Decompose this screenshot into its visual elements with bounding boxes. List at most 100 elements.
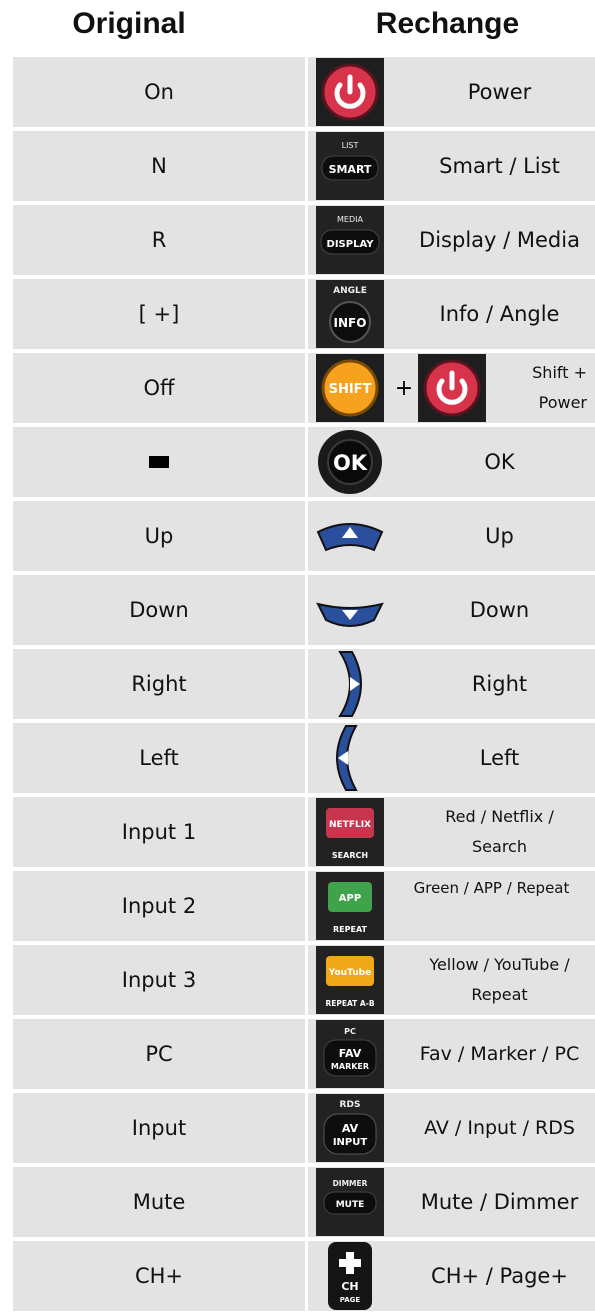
smart-list-button-icon: LIST SMART: [316, 132, 384, 200]
rechange-label: Info / Angle: [439, 302, 560, 326]
svg-text:APP: APP: [339, 893, 361, 904]
rechange-cell: Up: [308, 501, 595, 571]
rechange-label: Green / APP / Repeat: [388, 871, 595, 941]
app-button-icon: APP REPEAT: [316, 872, 384, 940]
svg-text:NETFLIX: NETFLIX: [329, 820, 371, 830]
svg-text:CH: CH: [341, 1280, 358, 1293]
header-rechange: Rechange: [375, 7, 520, 40]
svg-text:LIST: LIST: [342, 141, 359, 150]
up-arrow-button-icon: [316, 502, 384, 570]
rechange-cell: ANGLE INFO Info / Angle: [308, 279, 595, 349]
svg-text:AV: AV: [342, 1122, 359, 1135]
rechange-label: Smart / List: [439, 154, 560, 178]
rechange-cell: YouTube REPEAT A-B Yellow / YouTube / Re…: [308, 945, 595, 1015]
svg-text:SEARCH: SEARCH: [332, 851, 368, 860]
rechange-label: AV / Input / RDS: [424, 1117, 575, 1139]
original-cell: PC: [13, 1019, 305, 1089]
netflix-button-icon: NETFLIX SEARCH: [316, 798, 384, 866]
rechange-label-line: Power: [538, 393, 587, 412]
table-row: Off SHIFT + Shift + Power: [13, 353, 595, 427]
ch-plus-button-icon: CH PAGE: [316, 1242, 384, 1310]
rechange-cell: MEDIA DISPLAY Display / Media: [308, 205, 595, 275]
rechange-cell: Power: [308, 57, 595, 127]
original-cell: [13, 427, 305, 497]
table-row: Left Left: [13, 723, 595, 797]
av-input-button-icon: RDS AV INPUT: [316, 1094, 384, 1162]
svg-text:ANGLE: ANGLE: [333, 286, 367, 296]
rechange-cell: DIMMER MUTE Mute / Dimmer: [308, 1167, 595, 1237]
original-cell: Input 2: [13, 871, 305, 941]
original-cell: Down: [13, 575, 305, 645]
youtube-button-icon: YouTube REPEAT A-B: [316, 946, 384, 1014]
table-row: Input 1 NETFLIX SEARCH Red / Netflix / S…: [13, 797, 595, 871]
rechange-label: Fav / Marker / PC: [419, 1043, 580, 1065]
rechange-label: Red / Netflix / Search: [404, 797, 595, 867]
rechange-cell: Left: [308, 723, 595, 793]
rechange-cell: PC FAV MARKER Fav / Marker / PC: [308, 1019, 595, 1089]
mapping-table: On Power N LIST SMART Smart / List R MED…: [13, 57, 595, 1315]
fav-marker-button-icon: PC FAV MARKER: [316, 1020, 384, 1088]
power-button-icon: [316, 58, 384, 126]
svg-text:SHIFT: SHIFT: [329, 382, 372, 397]
svg-text:SMART: SMART: [329, 163, 372, 176]
original-cell: CH+: [13, 1241, 305, 1311]
stop-square-icon: [149, 456, 169, 468]
rechange-label: CH+ / Page+: [431, 1264, 568, 1288]
original-cell: Input: [13, 1093, 305, 1163]
table-row: Down Down: [13, 575, 595, 649]
svg-text:YouTube: YouTube: [328, 968, 371, 978]
original-cell: Off: [13, 353, 305, 423]
svg-text:OK: OK: [333, 451, 368, 475]
svg-text:PAGE: PAGE: [340, 1296, 361, 1304]
table-row: PC PC FAV MARKER Fav / Marker / PC: [13, 1019, 595, 1093]
display-media-button-icon: MEDIA DISPLAY: [316, 206, 384, 274]
svg-text:DIMMER: DIMMER: [333, 1179, 368, 1188]
rechange-label: OK: [484, 450, 515, 474]
left-arrow-button-icon: [316, 724, 384, 792]
plus-sign: +: [394, 375, 414, 401]
down-arrow-button-icon: [316, 576, 384, 644]
original-cell: Input 3: [13, 945, 305, 1015]
table-row: OK OK: [13, 427, 595, 501]
header-original: Original: [72, 7, 186, 40]
rechange-label: Display / Media: [419, 228, 580, 252]
rechange-cell: LIST SMART Smart / List: [308, 131, 595, 201]
svg-text:INPUT: INPUT: [333, 1137, 368, 1148]
ok-button-icon: OK: [316, 428, 384, 496]
rechange-label: Mute / Dimmer: [420, 1190, 579, 1214]
power-button-icon: [418, 354, 486, 422]
table-row: Input RDS AV INPUT AV / Input / RDS: [13, 1093, 595, 1167]
rechange-label: Shift + Power: [494, 353, 595, 423]
svg-text:REPEAT A-B: REPEAT A-B: [325, 999, 374, 1008]
rechange-cell: Down: [308, 575, 595, 645]
svg-text:REPEAT: REPEAT: [333, 925, 368, 934]
table-row: Right Right: [13, 649, 595, 723]
rechange-label-line: Search: [472, 837, 527, 856]
table-row: N LIST SMART Smart / List: [13, 131, 595, 205]
original-cell: Input 1: [13, 797, 305, 867]
info-angle-button-icon: ANGLE INFO: [316, 280, 384, 348]
original-cell: [ +]: [13, 279, 305, 349]
rechange-cell: APP REPEAT Green / APP / Repeat: [308, 871, 595, 941]
original-cell: Up: [13, 501, 305, 571]
original-cell: Mute: [13, 1167, 305, 1237]
rechange-label-line: Green / APP / Repeat: [413, 879, 570, 897]
svg-text:DISPLAY: DISPLAY: [327, 239, 375, 250]
table-row: On Power: [13, 57, 595, 131]
table-row: Input 2 APP REPEAT Green / APP / Repeat: [13, 871, 595, 945]
original-cell: Left: [13, 723, 305, 793]
rechange-cell: Right: [308, 649, 595, 719]
rechange-label: Power: [467, 80, 532, 104]
rechange-cell: CH PAGE CH+ / Page+: [308, 1241, 595, 1311]
rechange-label-line: Repeat: [471, 985, 528, 1004]
table-row: R MEDIA DISPLAY Display / Media: [13, 205, 595, 279]
mute-button-icon: DIMMER MUTE: [316, 1168, 384, 1236]
table-row: Up Up: [13, 501, 595, 575]
rechange-label: Right: [471, 672, 528, 696]
rechange-cell: NETFLIX SEARCH Red / Netflix / Search: [308, 797, 595, 867]
shift-button-icon: SHIFT: [316, 354, 384, 422]
svg-text:RDS: RDS: [340, 1100, 361, 1110]
rechange-label: Down: [469, 598, 530, 622]
svg-text:MUTE: MUTE: [336, 1200, 365, 1210]
rechange-label-line: Red / Netflix /: [445, 807, 554, 826]
